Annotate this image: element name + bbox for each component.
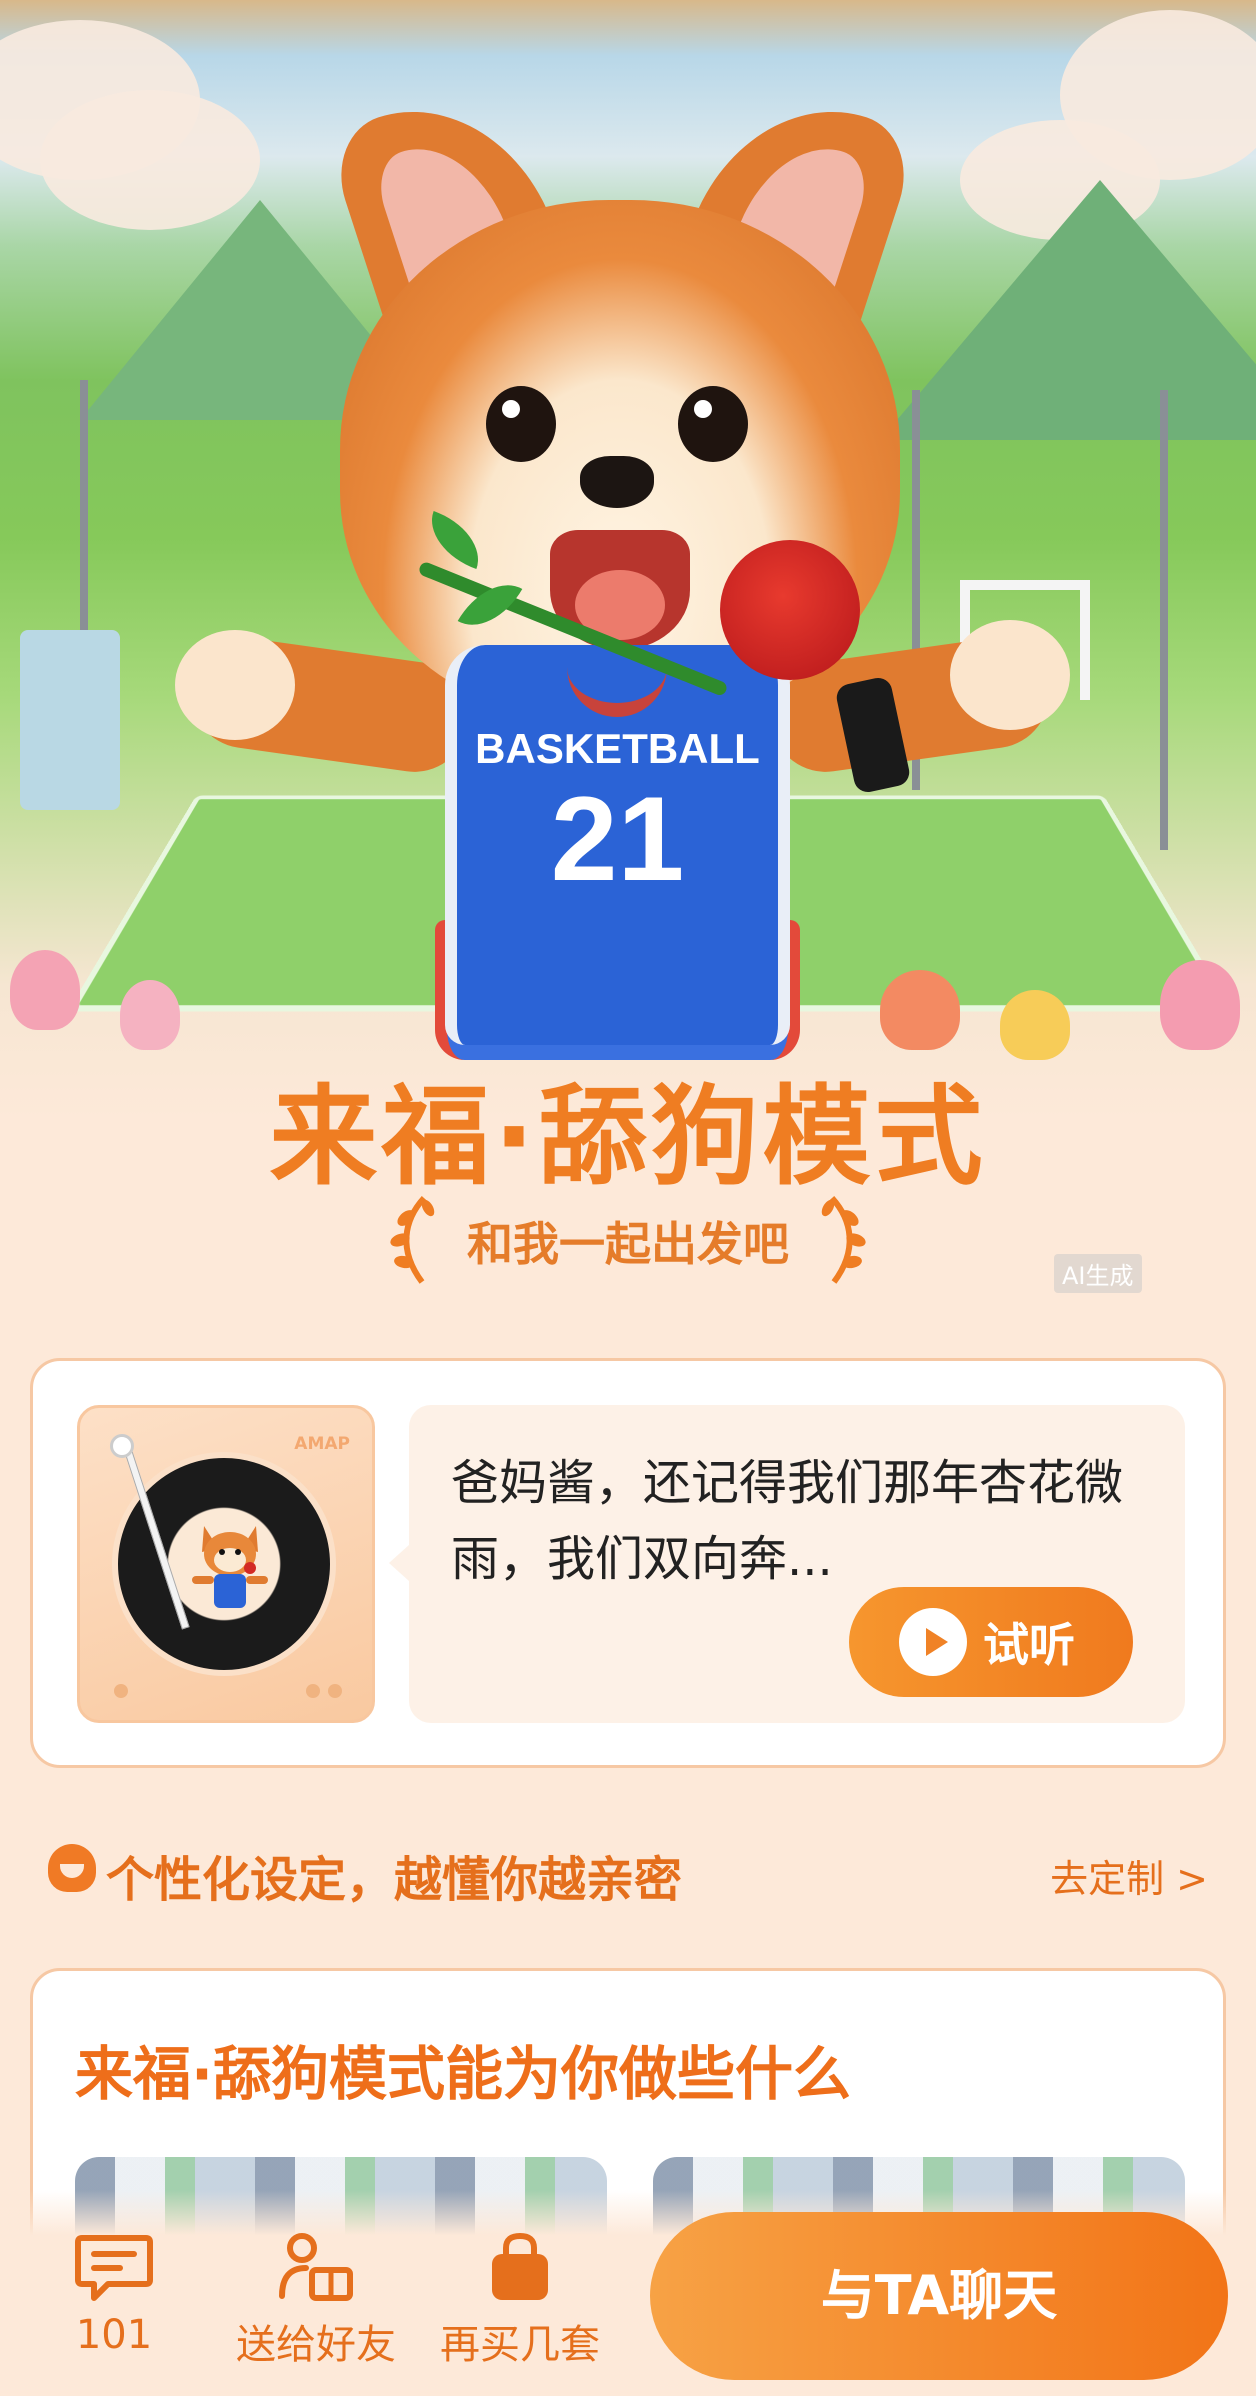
jersey-word: BASKETBALL [475,725,760,772]
record-player: AMAP [77,1405,375,1723]
gift-friend-label: 送给好友 [236,2322,396,2368]
listen-label: 试听 [983,1618,1075,1672]
messages-count: 101 [75,2312,153,2358]
nose [580,456,654,508]
flower [1160,960,1240,1050]
laurel-right-icon [821,1195,866,1284]
light-pole [1160,390,1168,850]
gift-friend-tab[interactable]: 送给好友 [226,2232,406,2370]
play-icon [899,1608,967,1676]
customize-link[interactable]: 去定制 > [1050,1848,1208,1903]
shiba-mascot: BASKETBALL 21 [175,76,1070,1080]
feature-title: 来福·舔狗模式能为你做些什么 [75,2040,852,2108]
buy-more-tab[interactable]: 再买几套 [430,2232,610,2370]
personalize-text: 个性化设定，越懂你越亲密 [106,1852,683,1908]
buy-more-label: 再买几套 [440,2322,600,2368]
player-knob [114,1684,128,1698]
flower [10,950,80,1030]
page-title: 来福·舔狗模式 [269,1075,987,1200]
jersey-number: 21 [550,772,685,906]
listen-button[interactable]: 试听 [849,1587,1133,1697]
left-paw [175,630,295,740]
player-brand-label: AMAP [294,1434,350,1454]
rose [720,540,860,680]
flower [120,980,180,1050]
chat-with-ta-button[interactable]: 与TA聊天 [650,2212,1228,2380]
player-knob [306,1684,320,1698]
vinyl-record-icon [112,1452,336,1676]
player-knob [328,1684,342,1698]
hero-banner: BASKETBALL 21 [0,0,1256,1120]
tonearm-base [110,1434,134,1458]
shopping-bag-icon [492,2232,548,2300]
left-eye [486,386,556,462]
chat-bubble-icon [75,2235,153,2301]
gift-person-icon [279,2233,353,2301]
kiosk [20,630,120,810]
messages-tab[interactable]: 101 [24,2232,204,2358]
message-bubble: 爸妈酱，还记得我们那年杏花微雨，我们双向奔... 试听 [389,1405,1185,1723]
personalize-row[interactable]: 个性化设定，越懂你越亲密 去定制 > [48,1832,1208,1908]
voice-message-text: 爸妈酱，还记得我们那年杏花微雨，我们双向奔... [451,1455,1124,1587]
mascot-thumbnail-icon [192,1526,268,1608]
basketball-jersey: BASKETBALL 21 [445,645,790,1045]
person-icon [48,1844,96,1892]
ai-generated-badge: AI生成 [1054,1254,1142,1293]
right-paw [950,620,1070,730]
audio-preview-card: AMAP 爸妈酱，还记得我们那年杏花微雨，我们双向奔... 试听 [30,1358,1226,1768]
bottom-action-bar: 101 送给好友 再买几套 与TA聊天 [0,2190,1256,2396]
right-eye [678,386,748,462]
